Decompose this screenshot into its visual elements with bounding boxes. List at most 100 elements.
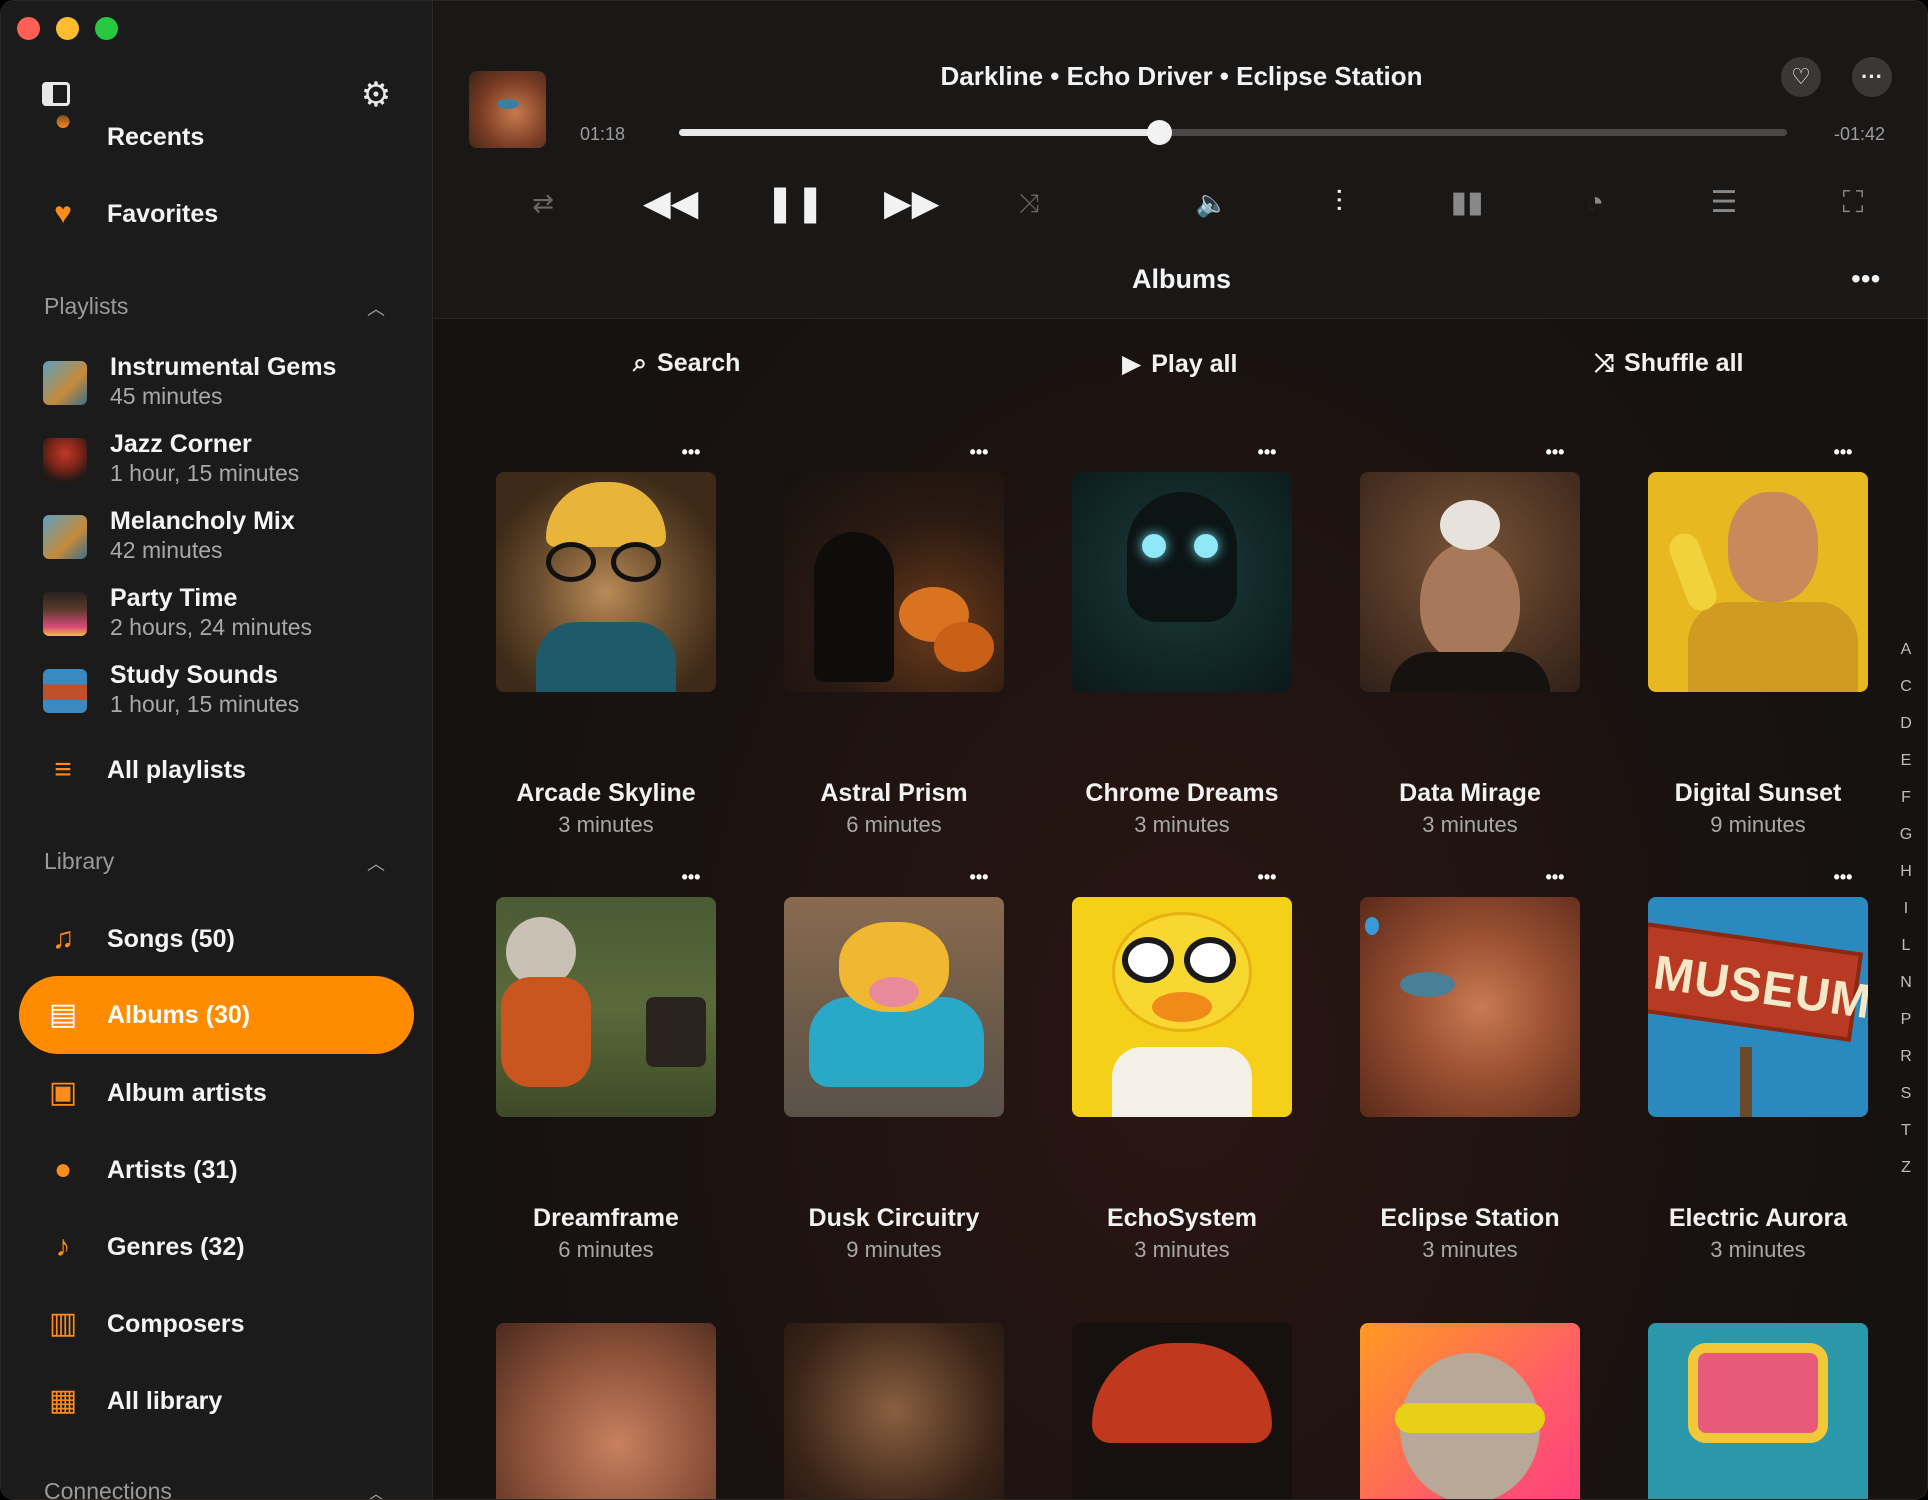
more-icon[interactable]: ··· [1852, 57, 1892, 97]
album-artwork[interactable] [1360, 897, 1580, 1117]
chevron-up-icon[interactable]: ︿ [367, 1480, 389, 1499]
album-artwork[interactable] [784, 472, 1004, 692]
playlist-item[interactable]: Jazz Corner 1 hour, 15 minutes [1, 424, 432, 500]
sidebar-item-album-artists[interactable]: ▣ Album artists [1, 1058, 432, 1128]
album-artwork[interactable] [784, 1323, 1004, 1499]
album-artwork[interactable] [1072, 897, 1292, 1117]
seek-slider[interactable] [679, 120, 1787, 145]
more-icon[interactable]: ••• [1828, 867, 1858, 887]
more-icon[interactable]: ••• [1851, 263, 1880, 295]
album-artwork[interactable] [1648, 472, 1868, 692]
more-icon[interactable]: ••• [1252, 442, 1282, 462]
split-view-icon[interactable]: ▮▮ [1445, 181, 1489, 225]
shuffle-icon[interactable]: ⤨ [1007, 181, 1051, 225]
sidebar-item-genres[interactable]: ♪ Genres (32) [1, 1212, 432, 1282]
album-artwork[interactable] [1648, 1323, 1868, 1499]
alphabet-index-letter[interactable]: R [1894, 1048, 1918, 1066]
alphabet-index-letter[interactable]: T [1894, 1122, 1918, 1140]
alphabet-index-letter[interactable]: E [1894, 752, 1918, 770]
alphabet-index-letter[interactable]: G [1894, 826, 1918, 844]
more-icon[interactable]: ••• [1828, 442, 1858, 462]
alphabet-index-letter[interactable]: N [1894, 974, 1918, 992]
zoom-window-button[interactable] [95, 17, 118, 40]
chevron-up-icon[interactable]: ︿ [367, 850, 389, 874]
album-artwork[interactable] [784, 897, 1004, 1117]
album-artwork[interactable]: MUSEUM [1648, 897, 1868, 1117]
sidebar-item-label: Favorites [107, 199, 219, 228]
pause-icon[interactable]: ❚❚ [765, 181, 825, 225]
album-duration: 3 minutes [1422, 1237, 1518, 1262]
play-all-button[interactable]: ▶ Play all [1122, 349, 1237, 379]
album-name: Electric Aurora [1668, 1204, 1848, 1232]
alphabet-index-letter[interactable]: F [1894, 789, 1918, 807]
fullscreen-icon[interactable]: ⛶ [1831, 181, 1875, 225]
player-bar: Darkline • Echo Driver • Eclipse Station… [434, 1, 1927, 319]
album-name: Chrome Dreams [1085, 779, 1279, 807]
search-button[interactable]: ⌕ Search [633, 349, 740, 378]
album-artwork[interactable] [496, 1323, 716, 1499]
gear-icon[interactable]: ⚙ [358, 77, 394, 113]
rewind-icon[interactable]: ◀◀ [643, 181, 698, 225]
sidebar-item-songs[interactable]: ♫ Songs (50) [1, 904, 432, 974]
alphabet-index-letter[interactable]: C [1894, 678, 1918, 696]
alphabet-index-letter[interactable]: D [1894, 715, 1918, 733]
album-duration: 3 minutes [1134, 812, 1230, 837]
album-duration: 3 minutes [558, 812, 654, 837]
playlist-thumbnail [43, 669, 87, 713]
more-icon[interactable]: ••• [676, 442, 706, 462]
more-icon[interactable]: ••• [1252, 867, 1282, 887]
alphabet-index-letter[interactable]: S [1894, 1085, 1918, 1103]
sidebar-item-artists[interactable]: ● Artists (31) [1, 1135, 432, 1205]
queue-icon[interactable]: ☰ [1702, 181, 1746, 225]
sidebar-scroll[interactable]: ● Recents ♥ Favorites Playlists ︿ Instru… [1, 1, 432, 1499]
alphabet-index-letter[interactable]: I [1894, 900, 1918, 918]
sidebar-item-albums[interactable]: ▤ Albums (30) [19, 976, 414, 1054]
album-artwork[interactable] [1360, 1323, 1580, 1499]
alphabet-index-letter[interactable]: L [1894, 937, 1918, 955]
shuffle-all-button[interactable]: ⤨ Shuffle all [1594, 349, 1743, 378]
seek-handle[interactable] [1146, 120, 1172, 145]
more-icon[interactable]: ••• [964, 442, 994, 462]
playlist-item[interactable]: Instrumental Gems 45 minutes [1, 347, 432, 423]
repeat-icon[interactable]: ⇄ [521, 181, 565, 225]
sidebar-item-all-library[interactable]: ▦ All library [1, 1366, 432, 1436]
album-duration: 6 minutes [558, 1237, 654, 1262]
alphabet-index-letter[interactable]: P [1894, 1011, 1918, 1029]
album-artwork[interactable] [496, 472, 716, 692]
album-artwork[interactable] [1072, 472, 1292, 692]
album-artwork[interactable] [496, 897, 716, 1117]
album-artwork[interactable] [1360, 472, 1580, 692]
volume-icon[interactable]: 🔈 [1190, 181, 1234, 225]
playlist-thumbnail [43, 515, 87, 559]
playlist-item[interactable]: Party Time 2 hours, 24 minutes [1, 578, 432, 654]
album-artwork[interactable] [1072, 1323, 1292, 1499]
alphabet-index-letter[interactable]: A [1894, 641, 1918, 659]
heart-icon: ♥ [54, 197, 72, 230]
more-icon[interactable]: ••• [676, 867, 706, 887]
alphabet-index-letter[interactable]: Z [1894, 1159, 1918, 1177]
equalizer-icon[interactable]: ⫶ [1317, 181, 1361, 225]
heart-icon[interactable]: ♡ [1781, 57, 1821, 97]
album-name: EchoSystem [1106, 1204, 1258, 1232]
playlist-item[interactable]: Melancholy Mix 42 minutes [1, 501, 432, 577]
chevron-up-icon[interactable]: ︿ [367, 295, 389, 319]
playlist-item[interactable]: Study Sounds 1 hour, 15 minutes [1, 655, 432, 731]
fast-forward-icon[interactable]: ▶▶ [884, 181, 939, 225]
elapsed-time: 01:18 [580, 124, 626, 144]
more-icon[interactable]: ••• [1540, 442, 1570, 462]
sidebar: ● Recents ♥ Favorites Playlists ︿ Instru… [1, 1, 433, 1499]
close-window-button[interactable] [17, 17, 40, 40]
sidebar-item-all-playlists[interactable]: ≡ All playlists [1, 735, 432, 805]
speed-gauge-icon[interactable]: ◔ [1573, 181, 1617, 225]
more-icon[interactable]: ••• [964, 867, 994, 887]
search-icon: ⌕ [633, 349, 648, 377]
sidebar-item-favorites[interactable]: ♥ Favorites [1, 179, 432, 249]
minimize-window-button[interactable] [56, 17, 79, 40]
playlist-duration: 2 hours, 24 minutes [110, 614, 313, 640]
alphabet-index-letter[interactable]: H [1894, 863, 1918, 881]
play-all-label: Play all [1151, 349, 1238, 378]
more-icon[interactable]: ••• [1540, 867, 1570, 887]
sidebar-toggle-icon[interactable] [42, 82, 70, 106]
sidebar-item-composers[interactable]: ▥ Composers [1, 1289, 432, 1359]
album-name: Digital Sunset [1674, 779, 1842, 807]
